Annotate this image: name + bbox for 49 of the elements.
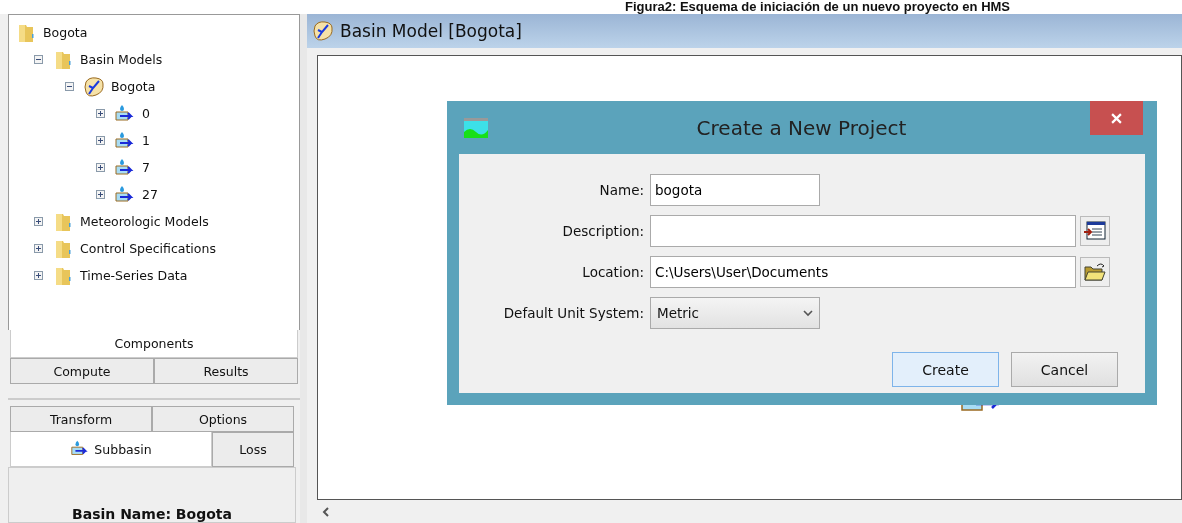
notes-button[interactable] xyxy=(1080,216,1110,246)
field-label: Default Unit System: xyxy=(502,305,645,321)
tree-item[interactable]: 0 xyxy=(142,106,150,121)
tab[interactable]: Compute xyxy=(10,358,154,384)
browse-button[interactable] xyxy=(1080,257,1110,287)
landscape-icon xyxy=(464,117,488,138)
field-label: Location: xyxy=(581,264,645,280)
tab[interactable]: Subbasin xyxy=(10,432,212,467)
input-field[interactable]: C:\Users\User\Documents xyxy=(650,256,1076,288)
expand-icon[interactable] xyxy=(34,271,43,280)
tree-item[interactable]: Bogota xyxy=(43,25,88,40)
expand-icon[interactable] xyxy=(96,163,105,172)
tree-item[interactable]: 1 xyxy=(142,133,150,148)
tab[interactable]: Transform xyxy=(10,406,152,432)
collapse-icon[interactable] xyxy=(65,82,74,91)
expand-icon[interactable] xyxy=(34,244,43,253)
caret-icon xyxy=(803,309,813,317)
tree-item[interactable]: 7 xyxy=(142,160,150,175)
close-button[interactable] xyxy=(1090,101,1143,135)
window-title: Basin Model [Bogota] xyxy=(340,21,522,41)
figure-caption: Figura2: Esquema de iniciación de un nuevo proyecto en HMS xyxy=(0,0,1182,14)
expand-icon[interactable] xyxy=(96,190,105,199)
unit-dropdown[interactable]: Metric xyxy=(650,297,820,329)
scroll-left-icon[interactable] xyxy=(321,505,331,518)
tree-item[interactable]: Bogota xyxy=(111,79,156,94)
input-field[interactable]: bogota xyxy=(650,174,820,206)
expand-icon[interactable] xyxy=(96,109,105,118)
tree-item[interactable]: 27 xyxy=(142,187,158,202)
expand-icon[interactable] xyxy=(34,217,43,226)
field-label: Description: xyxy=(561,223,645,239)
expand-icon[interactable] xyxy=(96,136,105,145)
basin-name: Basin Name: Bogota xyxy=(72,506,232,522)
tab[interactable]: Options xyxy=(152,406,294,432)
collapse-icon[interactable] xyxy=(34,55,43,64)
basin-icon xyxy=(83,75,105,98)
dialog-button[interactable]: Cancel xyxy=(1011,352,1118,387)
tree-item[interactable]: Time-Series Data xyxy=(80,268,188,283)
dialog-title: Create a New Project xyxy=(695,115,908,140)
field-label: Name: xyxy=(598,182,645,198)
tab[interactable]: Loss xyxy=(212,432,294,467)
tree-item[interactable]: Control Specifications xyxy=(80,241,216,256)
tab[interactable]: Components xyxy=(10,330,298,358)
basin-icon xyxy=(312,20,334,42)
tree-item[interactable]: Basin Models xyxy=(80,52,163,67)
close-icon xyxy=(1111,112,1122,124)
dialog-button[interactable]: Create xyxy=(892,352,999,387)
input-field[interactable] xyxy=(650,215,1076,247)
tree-item[interactable]: Meteorologic Models xyxy=(80,214,209,229)
tab[interactable]: Results xyxy=(154,358,298,384)
